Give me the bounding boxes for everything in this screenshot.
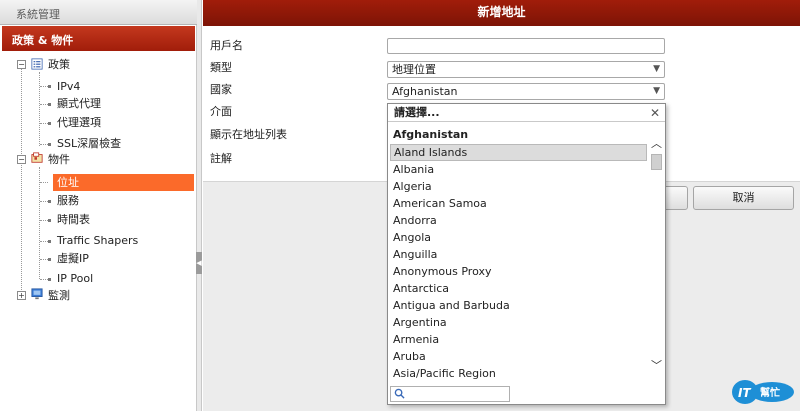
tree-branch <box>40 86 48 87</box>
type-select-value: 地理位置 <box>392 63 436 76</box>
svg-text:幫忙: 幫忙 <box>760 386 780 399</box>
policy-objects-header[interactable]: 政策 & 物件 <box>2 26 195 51</box>
objects-folder-icon <box>31 152 43 163</box>
username-label: 用戶名 <box>210 39 243 52</box>
tree-line <box>39 72 40 146</box>
collapse-objects-toggle[interactable]: − <box>17 155 26 164</box>
bullet-icon <box>48 103 51 106</box>
bullet-icon <box>48 181 51 184</box>
tree-item-virtual-ip[interactable]: 虛擬IP <box>57 250 89 267</box>
tree-line <box>21 62 22 294</box>
tree-line <box>39 167 40 279</box>
bullet-icon <box>48 240 51 243</box>
cancel-button[interactable]: 取消 <box>693 186 794 210</box>
tree-item-explicit-proxy[interactable]: 顯式代理 <box>57 95 101 112</box>
panel-splitter[interactable] <box>197 0 202 411</box>
tree-branch <box>40 123 48 124</box>
tree-item-policy[interactable]: 政策 <box>48 56 70 73</box>
monitor-icon <box>31 288 43 300</box>
dropdown-group-label[interactable]: Afghanistan <box>393 128 468 141</box>
bullet-icon <box>48 278 51 281</box>
list-item[interactable]: Algeria <box>390 178 647 195</box>
policy-list-icon <box>31 58 43 70</box>
tree-branch <box>40 144 48 145</box>
scroll-down-icon[interactable]: ﹀ <box>650 359 663 372</box>
tree-item-ipv4[interactable]: IPv4 <box>57 78 80 95</box>
bullet-icon <box>48 219 51 222</box>
country-label: 國家 <box>210 83 232 96</box>
sidebar: 系統管理 政策 & 物件 − 政策 IPv4 顯式代理 代理選項 SSL深層檢查… <box>0 0 197 411</box>
type-select[interactable]: 地理位置 ▼ <box>387 61 665 78</box>
ithome-watermark-logo: IT 幫忙 <box>732 380 794 404</box>
list-item[interactable]: Asia/Pacific Region <box>390 365 647 382</box>
interface-label: 介面 <box>210 105 232 118</box>
tree-branch <box>40 201 48 202</box>
tree-item-ip-pool[interactable]: IP Pool <box>57 270 93 287</box>
app-window: 系統管理 政策 & 物件 − 政策 IPv4 顯式代理 代理選項 SSL深層檢查… <box>0 0 800 411</box>
close-icon[interactable]: ✕ <box>650 104 660 122</box>
scroll-up-icon[interactable]: ︿ <box>650 137 663 150</box>
expand-monitor-toggle[interactable]: + <box>17 291 26 300</box>
tree-branch <box>40 220 48 221</box>
list-item[interactable]: Anonymous Proxy <box>390 263 647 280</box>
tree-item-proxy-options[interactable]: 代理選項 <box>57 114 101 131</box>
tree-branch <box>40 279 48 280</box>
tree-item-monitor[interactable]: 監測 <box>48 287 70 304</box>
list-item[interactable]: Argentina <box>390 314 647 331</box>
bullet-icon <box>48 258 51 261</box>
list-item[interactable]: Antigua and Barbuda <box>390 297 647 314</box>
type-label: 類型 <box>210 61 232 74</box>
list-item[interactable]: Albania <box>390 161 647 178</box>
tree-branch <box>40 241 48 242</box>
dropdown-list: Afghanistan Aland Islands Albania Algeri… <box>388 123 648 383</box>
country-select[interactable]: Afghanistan ▼ <box>387 83 665 100</box>
panel-title: 新增地址 <box>203 0 800 26</box>
search-icon <box>394 388 405 399</box>
list-item[interactable]: Andorra <box>390 212 647 229</box>
collapse-policy-toggle[interactable]: − <box>17 60 26 69</box>
collapse-sidebar-icon[interactable]: ◀ <box>196 252 202 274</box>
system-admin-header[interactable]: 系統管理 <box>0 0 197 25</box>
interface-select-header[interactable]: 請選擇... ✕ <box>388 104 665 122</box>
tree-item-ssl-inspection[interactable]: SSL深層檢查 <box>57 135 121 152</box>
bullet-icon <box>48 200 51 203</box>
tree-item-traffic-shapers[interactable]: Traffic Shapers <box>57 232 138 249</box>
show-in-list-label: 顯示在地址列表 <box>210 128 287 141</box>
country-select-value: Afghanistan <box>392 85 458 98</box>
scrollbar-thumb[interactable] <box>651 154 662 170</box>
list-item[interactable]: Aruba <box>390 348 647 365</box>
interface-dropdown: 請選擇... ✕ Afghanistan Aland Islands Alban… <box>387 103 666 405</box>
dropdown-scrollbar[interactable]: ︿ ﹀ <box>648 123 665 383</box>
tree-item-address[interactable]: 位址 <box>57 174 79 191</box>
bullet-icon <box>48 143 51 146</box>
list-item[interactable]: American Samoa <box>390 195 647 212</box>
username-input[interactable] <box>387 38 665 54</box>
tree-item-schedules[interactable]: 時間表 <box>57 211 90 228</box>
list-item[interactable]: Antarctica <box>390 280 647 297</box>
chevron-down-icon: ▼ <box>653 64 660 74</box>
bullet-icon <box>48 85 51 88</box>
chevron-down-icon: ▼ <box>653 86 660 96</box>
list-item[interactable]: Aland Islands <box>390 144 647 161</box>
list-item[interactable]: Angola <box>390 229 647 246</box>
list-item[interactable]: Anguilla <box>390 246 647 263</box>
tree-branch <box>40 182 48 183</box>
tree-item-services[interactable]: 服務 <box>57 192 79 209</box>
tree-item-objects[interactable]: 物件 <box>48 151 70 168</box>
dropdown-search-input[interactable] <box>390 386 510 402</box>
tree-branch <box>40 104 48 105</box>
comment-label: 註解 <box>210 152 232 165</box>
dropdown-placeholder: 請選擇... <box>394 106 440 119</box>
svg-text:IT: IT <box>738 386 751 400</box>
list-item[interactable]: Armenia <box>390 331 647 348</box>
tree-branch <box>40 259 48 260</box>
bullet-icon <box>48 122 51 125</box>
